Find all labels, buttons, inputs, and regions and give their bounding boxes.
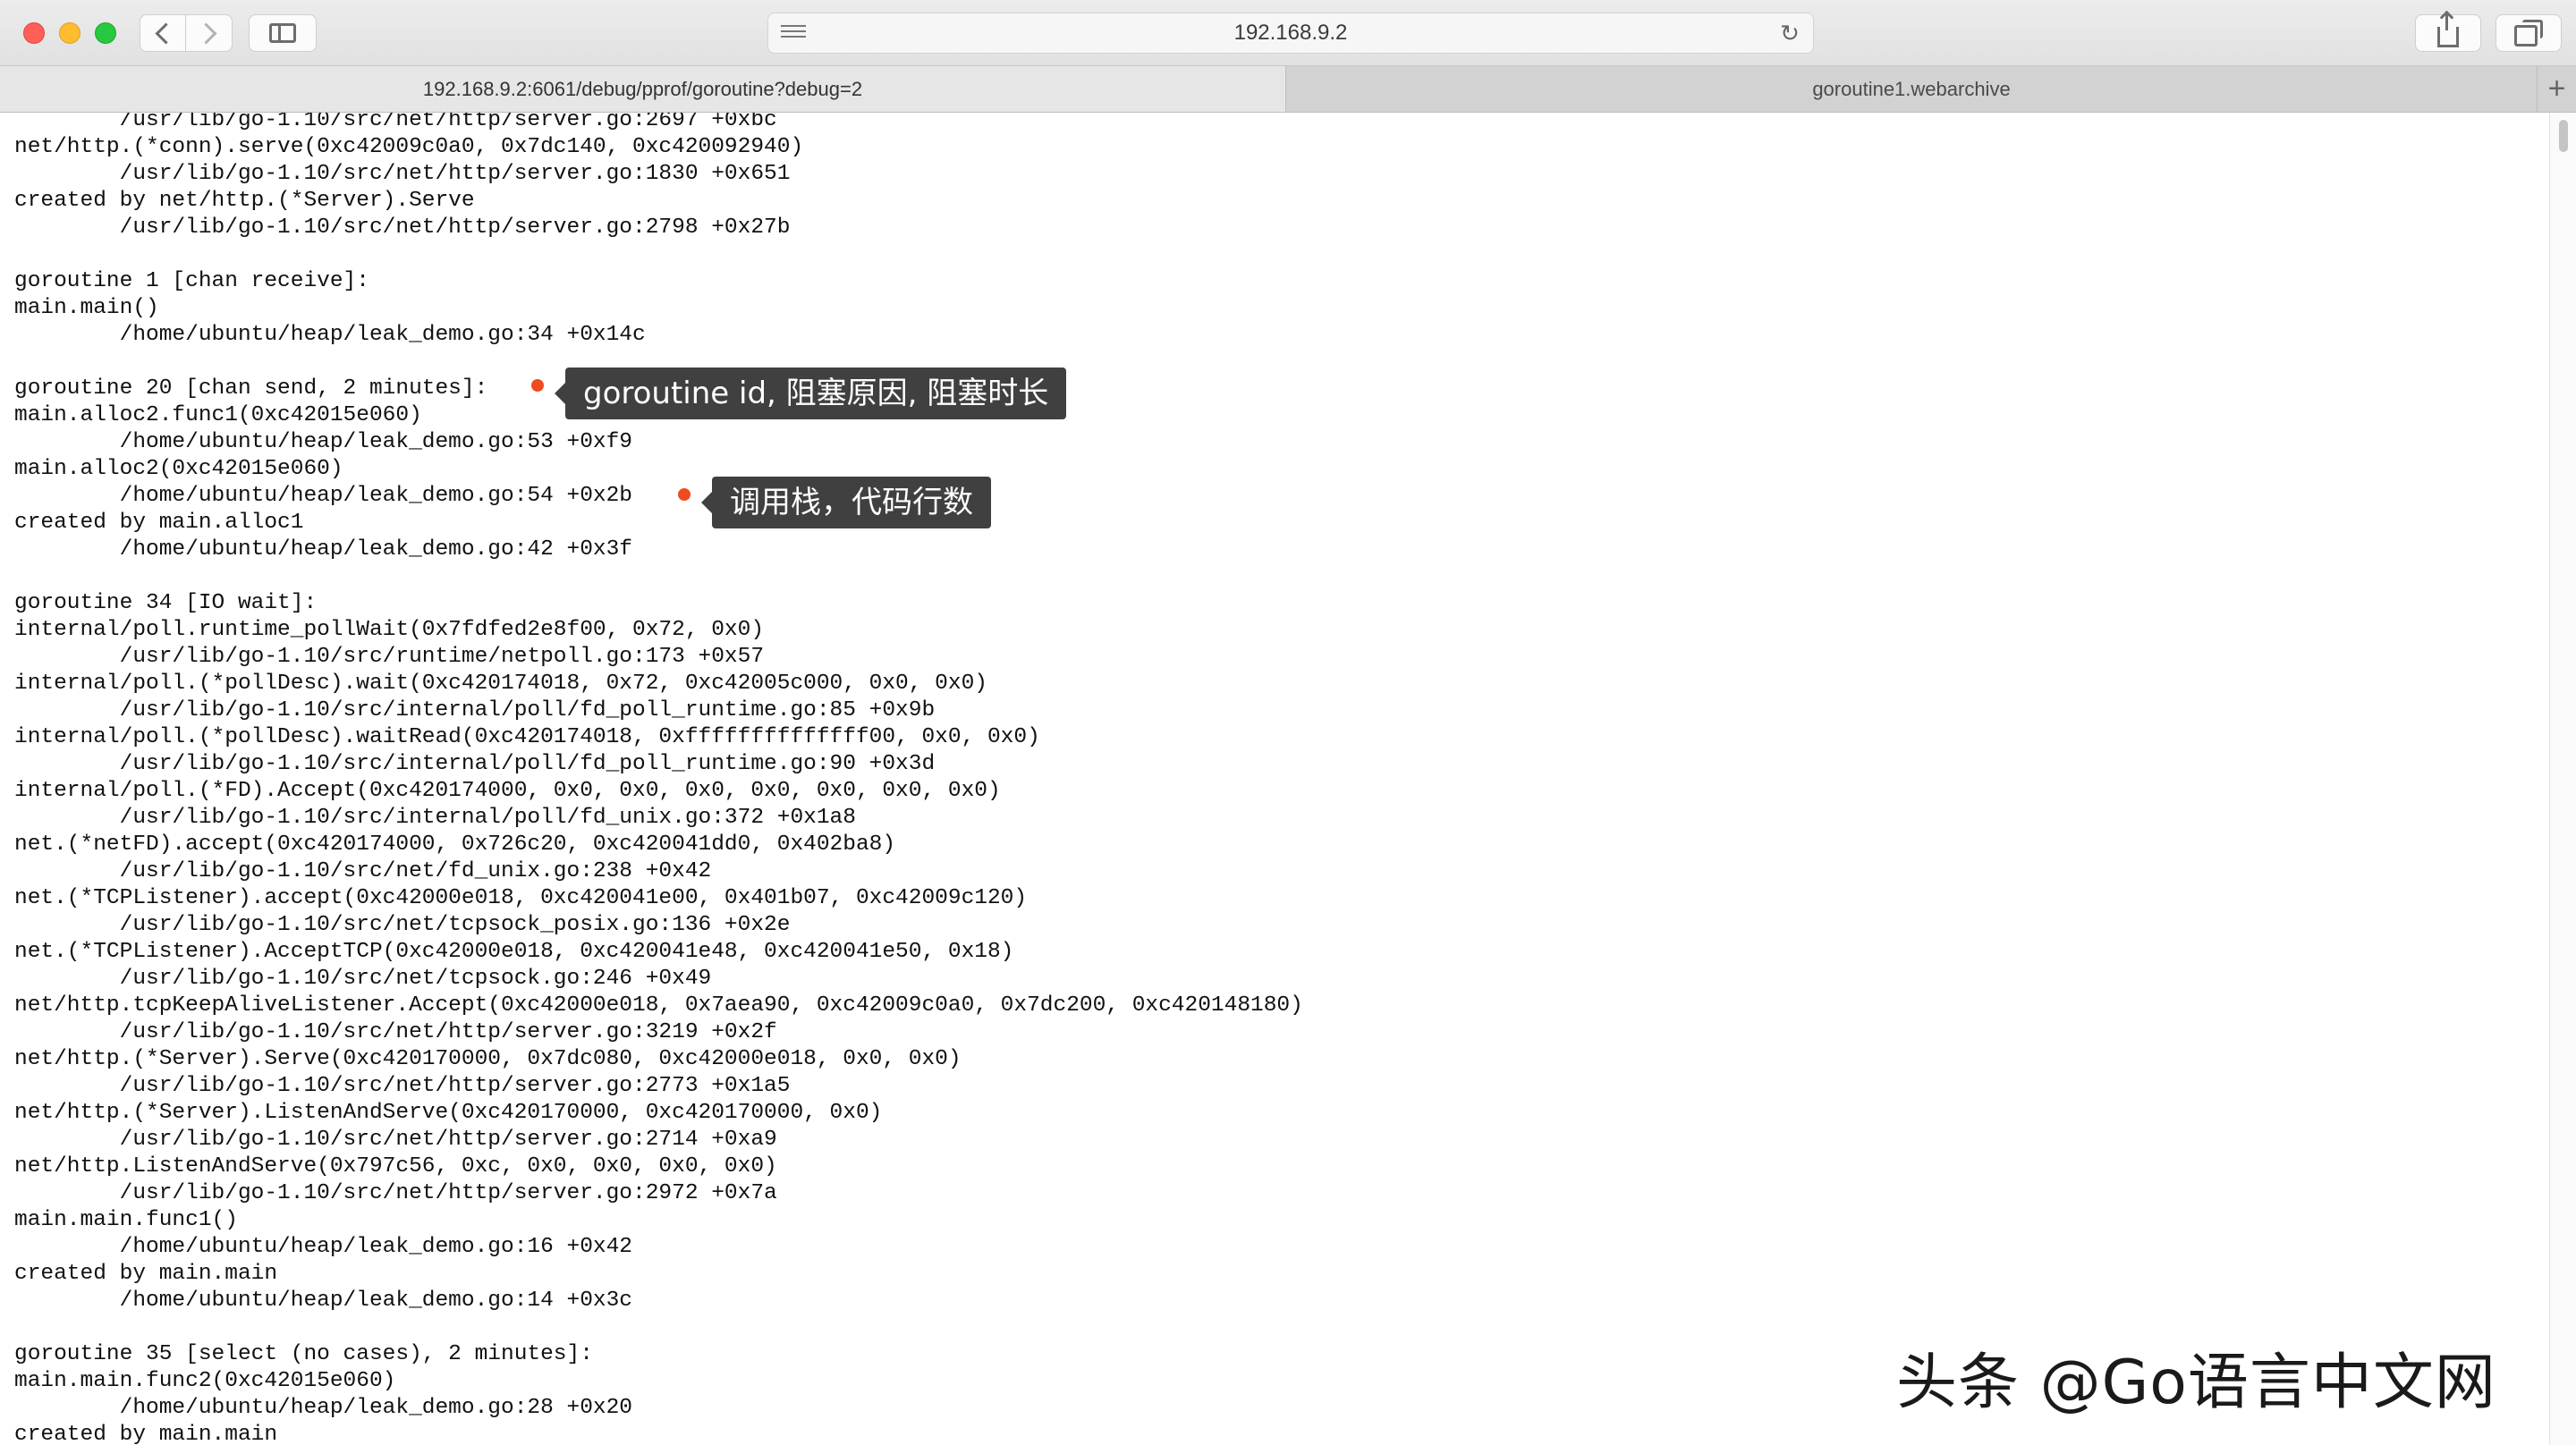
annotation-dot-goroutine-header bbox=[531, 379, 544, 392]
sidebar-icon bbox=[269, 23, 296, 43]
code-line: goroutine 35 [select (no cases), 2 minut… bbox=[14, 1342, 593, 1366]
browser-toolbar: 192.168.9.2 ↻ bbox=[0, 0, 2576, 66]
window-minimize-button[interactable] bbox=[59, 22, 80, 44]
vertical-scrollbar[interactable] bbox=[2549, 113, 2576, 1445]
code-line: /usr/lib/go-1.10/src/net/http/server.go:… bbox=[14, 1020, 777, 1044]
annotation-goroutine-header: goroutine id, 阻塞原因, 阻塞时长 bbox=[554, 368, 1067, 419]
code-line: /usr/lib/go-1.10/src/internal/poll/fd_po… bbox=[14, 698, 936, 722]
share-icon bbox=[2437, 12, 2459, 47]
code-line: net.(*TCPListener).accept(0xc42000e018, … bbox=[14, 886, 1028, 910]
reload-icon[interactable]: ↻ bbox=[1779, 21, 1801, 45]
code-line: internal/poll.(*pollDesc).wait(0xc420174… bbox=[14, 672, 987, 696]
code-line: /usr/lib/go-1.10/src/runtime/netpoll.go:… bbox=[14, 645, 765, 669]
code-line: /usr/lib/go-1.10/src/net/http/server.go:… bbox=[14, 1074, 791, 1098]
code-line: /usr/lib/go-1.10/src/net/http/server.go:… bbox=[14, 162, 791, 186]
code-line: /usr/lib/go-1.10/src/internal/poll/fd_un… bbox=[14, 806, 856, 830]
code-line: /home/ubuntu/heap/leak_demo.go:34 +0x14c bbox=[14, 323, 646, 347]
code-line: net.(*netFD).accept(0xc420174000, 0x726c… bbox=[14, 832, 896, 857]
forward-button[interactable] bbox=[186, 14, 233, 52]
code-line: created by main.main bbox=[14, 1262, 278, 1286]
tab-goroutine-webarchive[interactable]: goroutine1.webarchive bbox=[1286, 66, 2537, 112]
code-line: internal/poll.(*FD).Accept(0xc420174000,… bbox=[14, 779, 1001, 803]
address-text: 192.168.9.2 bbox=[1233, 21, 1348, 45]
annotation-call-stack: 调用栈，代码行数 bbox=[701, 477, 991, 528]
code-line: internal/poll.(*pollDesc).waitRead(0xc42… bbox=[14, 725, 1040, 749]
tab-bar: 192.168.9.2:6061/debug/pprof/goroutine?d… bbox=[0, 66, 2576, 113]
navigation-buttons bbox=[140, 14, 233, 52]
code-line: created by net/http.(*Server).Serve bbox=[14, 189, 475, 213]
window-close-button[interactable] bbox=[23, 22, 45, 44]
code-line: /home/ubuntu/heap/leak_demo.go:16 +0x42 bbox=[14, 1235, 633, 1259]
code-line: net/http.tcpKeepAliveListener.Accept(0xc… bbox=[14, 993, 1303, 1018]
tabs-overview-button[interactable] bbox=[2496, 14, 2562, 52]
goroutine-dump: /usr/lib/go-1.10/src/net/http/server.go:… bbox=[0, 113, 1303, 1445]
back-button[interactable] bbox=[140, 14, 186, 52]
code-line: net/http.(*Server).ListenAndServe(0xc420… bbox=[14, 1101, 883, 1125]
code-line: net/http.ListenAndServe(0x797c56, 0xc, 0… bbox=[14, 1154, 777, 1179]
code-line: net/http.(*Server).Serve(0xc420170000, 0… bbox=[14, 1047, 962, 1071]
code-line: created by main.alloc1 bbox=[14, 511, 304, 535]
code-line: main.alloc2(0xc42015e060) bbox=[14, 457, 343, 481]
window-maximize-button[interactable] bbox=[95, 22, 116, 44]
new-tab-button[interactable]: + bbox=[2537, 66, 2576, 112]
chevron-left-icon bbox=[154, 21, 177, 45]
code-line: /home/ubuntu/heap/leak_demo.go:28 +0x20 bbox=[14, 1396, 633, 1420]
code-line: /usr/lib/go-1.10/src/net/fd_unix.go:238 … bbox=[14, 859, 712, 883]
code-line: goroutine 34 [IO wait]: bbox=[14, 591, 318, 615]
code-line: net.(*TCPListener).AcceptTCP(0xc42000e01… bbox=[14, 940, 1014, 964]
watermark: 头条 @Go语言中文网 bbox=[1895, 1347, 2496, 1419]
share-button[interactable] bbox=[2415, 12, 2481, 52]
code-line: /usr/lib/go-1.10/src/internal/poll/fd_po… bbox=[14, 752, 936, 776]
code-line: /usr/lib/go-1.10/src/net/http/server.go:… bbox=[14, 1128, 777, 1152]
code-line: goroutine 1 [chan receive]: bbox=[14, 269, 369, 293]
chevron-right-icon bbox=[195, 21, 217, 45]
code-line: /usr/lib/go-1.10/src/net/http/server.go:… bbox=[14, 1181, 777, 1205]
address-bar[interactable]: 192.168.9.2 ↻ bbox=[767, 13, 1814, 54]
code-line: /home/ubuntu/heap/leak_demo.go:54 +0x2b bbox=[14, 484, 633, 508]
code-line: main.main() bbox=[14, 296, 159, 320]
page-content: /usr/lib/go-1.10/src/net/http/server.go:… bbox=[0, 113, 2549, 1445]
code-line: net/http.(*conn).serve(0xc42009c0a0, 0x7… bbox=[14, 135, 804, 159]
annotation-dot-call-stack bbox=[678, 488, 691, 501]
code-line: main.main.func1() bbox=[14, 1208, 238, 1232]
code-line: /usr/lib/go-1.10/src/net/http/server.go:… bbox=[14, 113, 777, 132]
code-line: internal/poll.runtime_pollWait(0x7fdfed2… bbox=[14, 618, 765, 642]
tab-goroutine-debug[interactable]: 192.168.9.2:6061/debug/pprof/goroutine?d… bbox=[0, 66, 1286, 112]
code-line: /home/ubuntu/heap/leak_demo.go:14 +0x3c bbox=[14, 1289, 633, 1313]
code-line: /usr/lib/go-1.10/src/net/tcpsock_posix.g… bbox=[14, 913, 791, 937]
sidebar-toggle-button[interactable] bbox=[249, 14, 317, 52]
code-line: main.main.func2(0xc42015e060) bbox=[14, 1369, 396, 1393]
code-line: /home/ubuntu/heap/leak_demo.go:42 +0x3f bbox=[14, 537, 633, 562]
tabs-overview-icon bbox=[2514, 20, 2543, 46]
scrollbar-thumb[interactable] bbox=[2559, 120, 2568, 152]
code-line: /usr/lib/go-1.10/src/net/tcpsock.go:246 … bbox=[14, 967, 712, 991]
code-line: /home/ubuntu/heap/leak_demo.go:53 +0xf9 bbox=[14, 430, 633, 454]
code-line: created by main.main bbox=[14, 1423, 278, 1445]
code-line: /usr/lib/go-1.10/src/net/http/server.go:… bbox=[14, 215, 791, 240]
